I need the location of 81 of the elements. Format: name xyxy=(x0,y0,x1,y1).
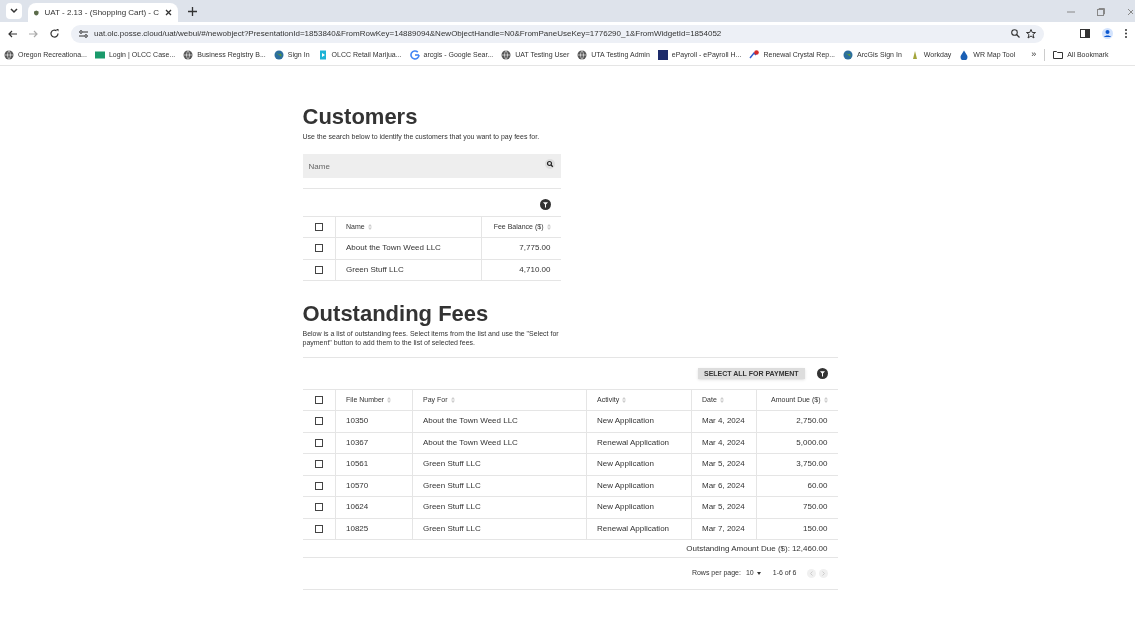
table-cell: 60.00 xyxy=(807,480,828,490)
table-cell: 2,750.00 xyxy=(796,416,828,426)
select-all-checkbox[interactable] xyxy=(314,223,323,231)
table-cell: New Application xyxy=(597,480,654,490)
row-checkbox[interactable] xyxy=(314,265,323,274)
select-all-checkbox[interactable] xyxy=(314,396,323,404)
site-settings-icon xyxy=(79,29,88,38)
square-icon xyxy=(657,50,668,60)
table-cell: 10367 xyxy=(346,437,369,447)
letter-g-icon xyxy=(409,50,420,60)
bookmarks-overflow[interactable]: » xyxy=(1031,48,1037,62)
folder-icon xyxy=(1053,51,1064,59)
table-cell: 10825 xyxy=(346,523,369,533)
row-checkbox[interactable] xyxy=(314,460,323,469)
close-icon[interactable] xyxy=(165,9,172,16)
filter-icon[interactable] xyxy=(539,199,551,210)
table-cell: Mar 5, 2024 xyxy=(702,459,745,469)
row-checkbox[interactable] xyxy=(314,481,323,490)
table-cell: New Application xyxy=(597,416,654,426)
table-cell: Green Stuff LLC xyxy=(423,523,481,533)
table-cell: 3,750.00 xyxy=(796,459,828,469)
globe-icon xyxy=(183,50,194,60)
row-checkbox[interactable] xyxy=(314,503,323,512)
total-value: 12,460.00 xyxy=(791,542,828,555)
water-drop-icon xyxy=(959,50,970,60)
globe-icon xyxy=(4,50,14,60)
reload-icon[interactable] xyxy=(50,29,59,38)
row-checkbox[interactable] xyxy=(314,438,323,447)
table-cell: 5,000.00 xyxy=(796,437,828,447)
earth-icon xyxy=(273,50,284,60)
section-title: Outstanding Fees xyxy=(302,301,490,327)
back-arrow-icon[interactable] xyxy=(8,29,17,38)
table-cell: About the Town Weed LLC xyxy=(423,437,518,447)
table-cell: Mar 4, 2024 xyxy=(702,416,745,426)
tab-list-button[interactable] xyxy=(6,3,22,19)
table-cell: 750.00 xyxy=(803,502,828,512)
earth-icon xyxy=(843,50,854,60)
table-cell: Mar 6, 2024 xyxy=(702,480,745,490)
table-cell: New Application xyxy=(597,502,654,512)
table-cell: 10624 xyxy=(346,502,369,512)
table-cell: Mar 4, 2024 xyxy=(702,437,745,447)
table-cell: 4,710.00 xyxy=(519,264,551,274)
table-cell: New Application xyxy=(597,459,654,469)
row-checkbox[interactable] xyxy=(314,244,323,253)
browser-tab[interactable]: UAT - 2.13 - (Shopping Cart) - C xyxy=(28,3,178,22)
row-checkbox[interactable] xyxy=(314,524,323,533)
zoom-icon[interactable] xyxy=(1011,29,1020,38)
globe-icon xyxy=(501,50,512,60)
table-cell: Green Stuff LLC xyxy=(423,459,481,469)
star-icon[interactable] xyxy=(1026,28,1036,39)
chevron-down-icon xyxy=(10,8,18,14)
table-cell: Green Stuff LLC xyxy=(423,502,481,512)
play-icon xyxy=(317,50,328,60)
table-cell: Mar 5, 2024 xyxy=(702,502,745,512)
table-cell: Renewal Application xyxy=(597,523,670,533)
row-checkbox[interactable] xyxy=(314,417,323,426)
table-cell: About the Town Weed LLC xyxy=(346,243,441,253)
tab-title: UAT - 2.13 - (Shopping Cart) - C xyxy=(44,6,159,19)
table-cell: 10350 xyxy=(346,416,369,426)
url-text: uat.olc.posse.cloud/uat/webui/#/newobject?PresentationId=1853840&FromRowKey=14889094&NewObjectHandle=N0&FromPaneUseKey=1776290_1&FromWidgetId=1854052 xyxy=(94,27,722,40)
table-cell: Renewal Application xyxy=(597,437,670,447)
table-cell: 10570 xyxy=(346,480,369,490)
table-cell: Green Stuff LLC xyxy=(423,480,481,490)
restore-icon[interactable] xyxy=(1097,8,1105,16)
search-icon[interactable] xyxy=(544,158,555,169)
globe-icon xyxy=(577,50,588,60)
table-cell: 10561 xyxy=(346,459,369,469)
new-tab-icon[interactable] xyxy=(188,7,197,16)
section-title: Customers xyxy=(302,104,419,130)
side-panel-icon[interactable] xyxy=(1080,29,1090,38)
table-cell: 7,775.00 xyxy=(519,243,551,253)
profile-icon[interactable] xyxy=(1102,28,1113,39)
filter-icon[interactable] xyxy=(816,368,828,379)
name-search-field[interactable]: Name xyxy=(302,154,561,178)
caret-icon xyxy=(756,572,761,575)
total-label: Outstanding Amount Due ($): xyxy=(686,542,790,555)
table-cell: About the Town Weed LLC xyxy=(423,416,518,426)
table-cell: Green Stuff LLC xyxy=(346,264,404,274)
address-bar[interactable]: uat.olc.posse.cloud/uat/webui/#/newobject?PresentationId=1853840&FromRowKey=14889094&NewObjectHandle=N0&FromPaneUseKey=1776290_1&FromWidgetId=1854052 xyxy=(71,24,1044,43)
table-cell: 150.00 xyxy=(803,523,828,533)
table-cell: Mar 7, 2024 xyxy=(702,523,745,533)
